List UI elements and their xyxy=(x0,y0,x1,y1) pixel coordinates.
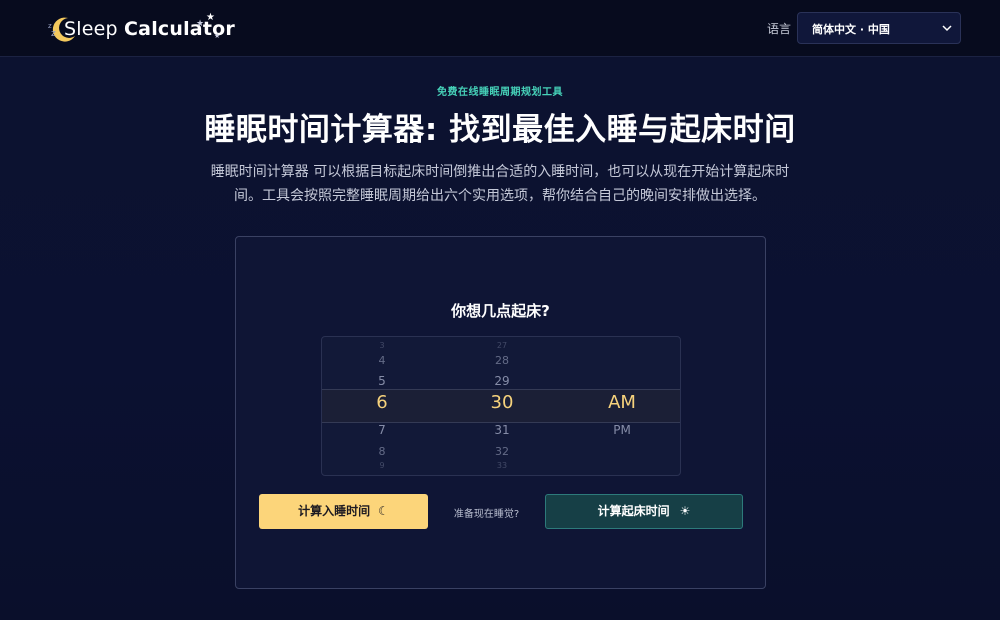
hour-wheel[interactable]: 3 4 5 6 7 8 9 xyxy=(322,337,442,475)
minute-option[interactable]: 29 xyxy=(442,374,562,388)
logo[interactable]: z z Sleep Calculator ★ ★ ★ xyxy=(40,12,235,46)
chevron-down-icon xyxy=(942,25,952,32)
hour-option[interactable]: 3 xyxy=(322,341,442,350)
moon-icon: ☾ xyxy=(378,504,389,518)
period-option[interactable]: PM xyxy=(562,423,680,437)
svg-text:z: z xyxy=(51,29,56,39)
eyebrow-tagline: 免费在线睡眠周期规划工具 xyxy=(437,87,563,98)
hour-selected[interactable]: 6 xyxy=(322,392,442,413)
time-picker[interactable]: 3 4 5 6 7 8 9 27 28 29 30 31 32 33 AM PM xyxy=(321,336,681,476)
minute-wheel[interactable]: 27 28 29 30 31 32 33 xyxy=(442,337,562,475)
calculate-wake-time-label: 计算起床时间 xyxy=(597,504,670,518)
svg-text:★: ★ xyxy=(196,19,204,29)
page-title: 睡眠时间计算器: 找到最佳入睡与起床时间 xyxy=(204,112,796,148)
minute-option[interactable]: 27 xyxy=(442,341,562,350)
language-select[interactable]: 简体中文 · 中国 xyxy=(797,12,961,44)
top-nav: z z Sleep Calculator ★ ★ ★ 语言 简体中文 · 中国 xyxy=(0,0,1000,57)
calculate-bedtime-button[interactable]: 计算入睡时间 ☾ xyxy=(259,494,428,529)
minute-option[interactable]: 28 xyxy=(442,354,562,367)
language-label: 语言 xyxy=(767,22,792,36)
minute-option[interactable]: 33 xyxy=(442,461,562,470)
language-select-value: 简体中文 · 中国 xyxy=(812,23,890,36)
minute-option[interactable]: 32 xyxy=(442,445,562,458)
hour-option[interactable]: 8 xyxy=(322,445,442,458)
sleep-now-prompt: 准备现在睡觉? xyxy=(453,509,520,520)
hour-option[interactable]: 7 xyxy=(322,423,442,437)
hour-option[interactable]: 5 xyxy=(322,374,442,388)
calculator-card: 你想几点起床? 3 4 5 6 7 8 9 27 28 29 30 31 32 … xyxy=(235,236,766,589)
wake-time-question: 你想几点起床? xyxy=(451,302,550,320)
page-description: 睡眠时间计算器 可以根据目标起床时间倒推出合适的入睡时间，也可以从现在开始计算起… xyxy=(210,164,790,204)
svg-text:★: ★ xyxy=(214,32,220,40)
svg-text:★: ★ xyxy=(206,12,215,23)
stars-icon: ★ ★ ★ xyxy=(196,12,220,40)
calculate-wake-time-button[interactable]: 计算起床时间 ☀ xyxy=(545,494,743,529)
minute-selected[interactable]: 30 xyxy=(442,392,562,413)
period-selected[interactable]: AM xyxy=(562,392,680,413)
sun-icon: ☀ xyxy=(679,504,691,518)
hour-option[interactable]: 9 xyxy=(322,461,442,470)
minute-option[interactable]: 31 xyxy=(442,423,562,437)
hour-option[interactable]: 4 xyxy=(322,354,442,367)
period-wheel[interactable]: AM PM xyxy=(562,337,680,475)
calculate-bedtime-label: 计算入睡时间 xyxy=(298,504,371,518)
